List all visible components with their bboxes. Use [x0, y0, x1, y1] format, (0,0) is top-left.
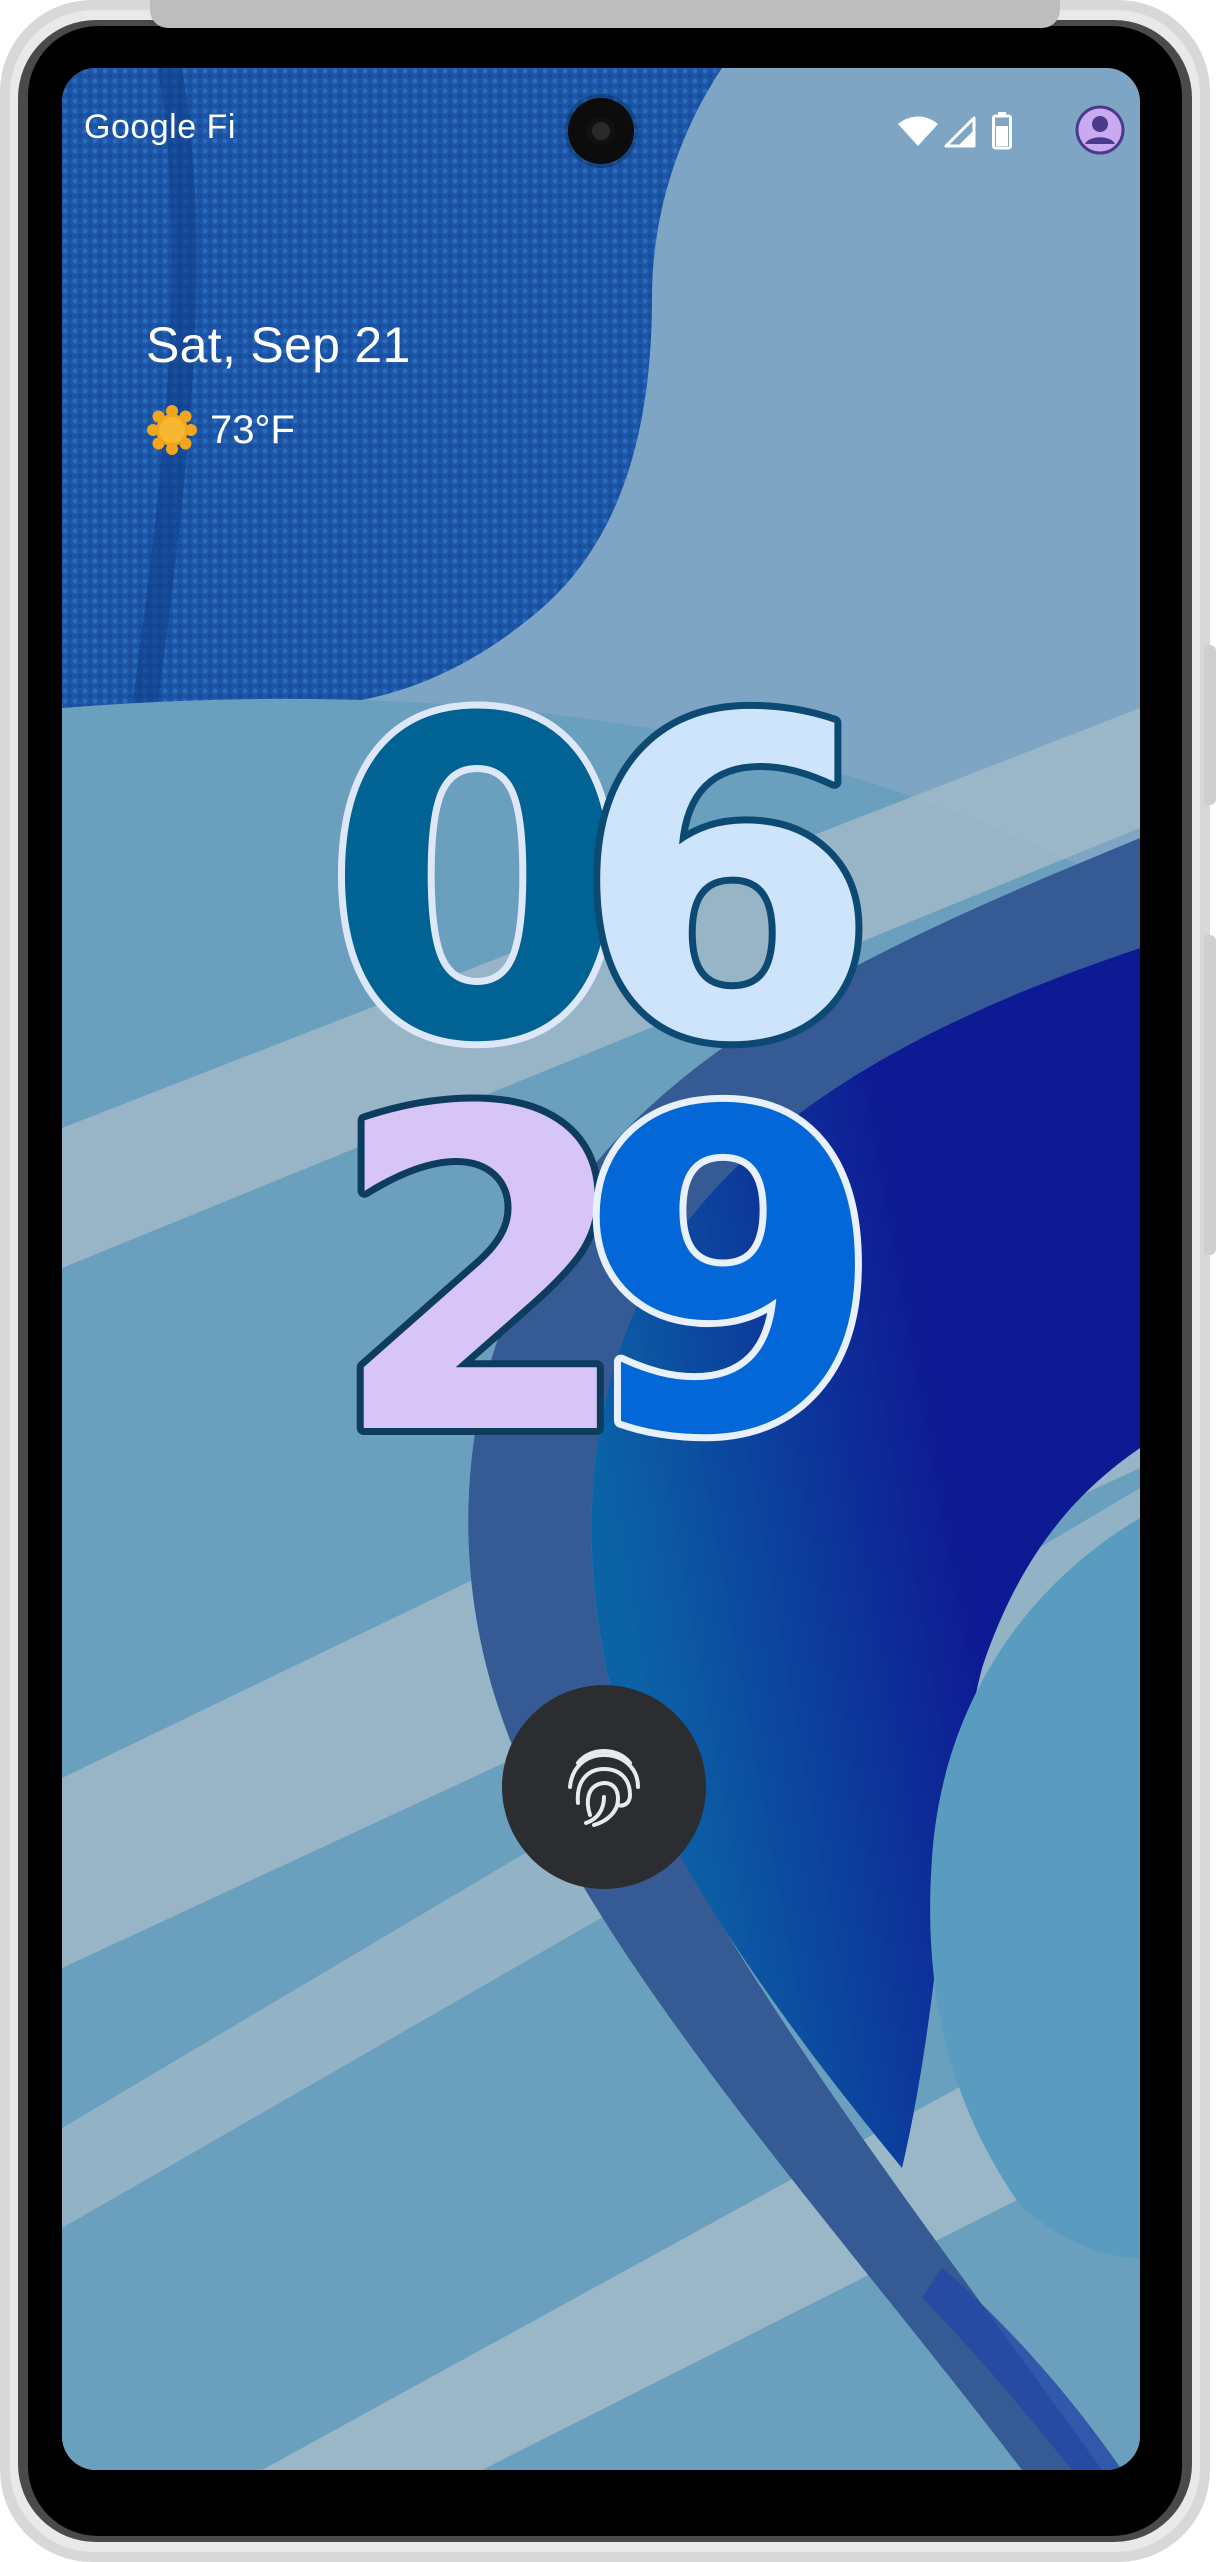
- wifi-icon: [898, 116, 938, 146]
- battery-icon: [992, 112, 1012, 150]
- volume-rocker: [1204, 935, 1216, 1255]
- temperature: 73°F: [210, 408, 295, 452]
- camera-lens: [587, 117, 615, 145]
- device-frame: Google Fi Sat, Sep 21 73°F 0 6 2 9: [0, 0, 1216, 2562]
- lock-date[interactable]: Sat, Sep 21: [146, 316, 411, 374]
- status-icons: [898, 104, 1128, 164]
- cell-signal-icon: [944, 116, 976, 148]
- fingerprint-icon: [568, 1749, 640, 1827]
- lock-screen: Google Fi Sat, Sep 21 73°F 0 6 2 9: [62, 68, 1140, 2470]
- front-camera: [568, 98, 634, 164]
- fingerprint-sensor[interactable]: [502, 1685, 706, 1889]
- power-button: [1204, 645, 1216, 805]
- sun-icon: [147, 405, 197, 455]
- carrier-label: Google Fi: [84, 108, 236, 146]
- phone-top-edge: [150, 0, 1060, 28]
- account-icon[interactable]: [1074, 104, 1126, 156]
